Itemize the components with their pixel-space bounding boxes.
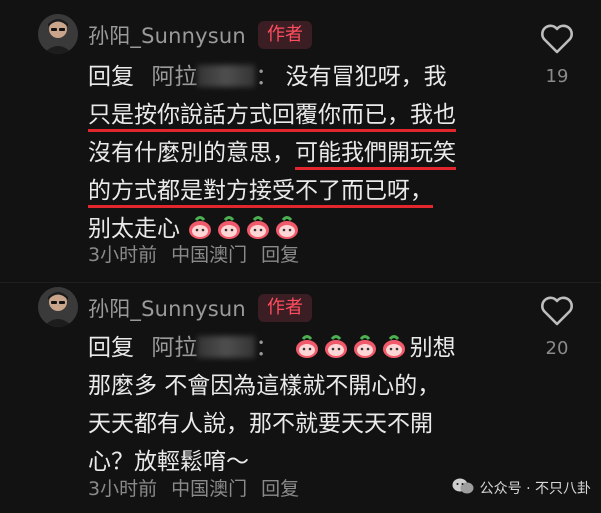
reply-to-user[interactable]: 阿拉 [151, 335, 197, 361]
reply-prefix: 回复 [88, 64, 134, 90]
reply-to-user[interactable]: 阿拉 [151, 64, 197, 90]
reply-suffix: ： [255, 64, 279, 90]
comment-line: 只是按你說話方式回覆你而已，我也 [88, 102, 456, 132]
timestamp: 3小时前 [88, 478, 158, 500]
comment-line-underlined: 可能我們開玩笑 [295, 140, 456, 170]
blurred-username [197, 336, 256, 358]
comment-line: 心？放輕鬆唷～ [88, 449, 249, 475]
peach-face-emoji-icon [323, 333, 349, 371]
reply-button[interactable]: 回复 [261, 474, 299, 501]
comment-line: 天天都有人說，那不就要天天不開 [88, 411, 433, 437]
peach-face-emoji-icon [352, 333, 378, 371]
like-button[interactable]: 19 [527, 24, 587, 87]
comment-meta: 3小时前 中国澳门 回复 [88, 240, 299, 267]
avatar[interactable] [38, 14, 78, 54]
reply-suffix: ： [255, 335, 279, 361]
comment-line: 别想 [409, 335, 456, 361]
heart-outline-icon[interactable] [540, 24, 574, 58]
wechat-icon [452, 477, 474, 499]
author-badge: 作者 [257, 294, 312, 322]
like-button[interactable]: 20 [527, 296, 587, 359]
comment-line: 沒有什麼別的意思， [88, 140, 295, 166]
comment-line: 的方式都是對方接受不了而已呀， [88, 178, 433, 208]
comment-line: 那麼多 不會因為這樣就不開心的， [88, 373, 441, 399]
timestamp: 3小时前 [88, 244, 158, 266]
comment-line: 没有冒犯呀，我 [285, 64, 447, 90]
username[interactable]: 孙阳_Sunnysun [88, 20, 246, 50]
comment-text: 回复 阿拉 ： 别想 那麼多 不會因為這樣就不開心的， 天天都有人說，那不就要天天… [88, 329, 508, 481]
author-badge: 作者 [257, 21, 312, 49]
comment-1: 孙阳_Sunnysun 作者 回复 阿拉 ： 没有冒犯呀，我 只是按你說話方式回覆… [0, 0, 601, 282]
like-count: 20 [545, 338, 569, 359]
comment-line: 别太走心 [88, 216, 180, 242]
watermark: 公众号 · 不只八卦 [452, 477, 591, 499]
comment-meta: 3小时前 中国澳门 回复 [88, 474, 299, 501]
reply-prefix: 回复 [88, 335, 134, 361]
avatar[interactable] [38, 287, 78, 327]
location: 中国澳门 [171, 478, 248, 500]
like-count: 19 [545, 66, 569, 87]
peach-face-emoji-icon [294, 333, 320, 371]
heart-outline-icon[interactable] [540, 296, 574, 330]
peach-face-emoji-icon [381, 333, 407, 371]
location: 中国澳门 [171, 244, 248, 266]
username[interactable]: 孙阳_Sunnysun [88, 293, 246, 323]
blurred-username [197, 65, 256, 87]
watermark-text: 公众号 · 不只八卦 [479, 481, 591, 497]
comment-text: 回复 阿拉 ： 没有冒犯呀，我 只是按你說話方式回覆你而已，我也 沒有什麼別的意思… [88, 58, 508, 248]
reply-button[interactable]: 回复 [261, 240, 299, 267]
